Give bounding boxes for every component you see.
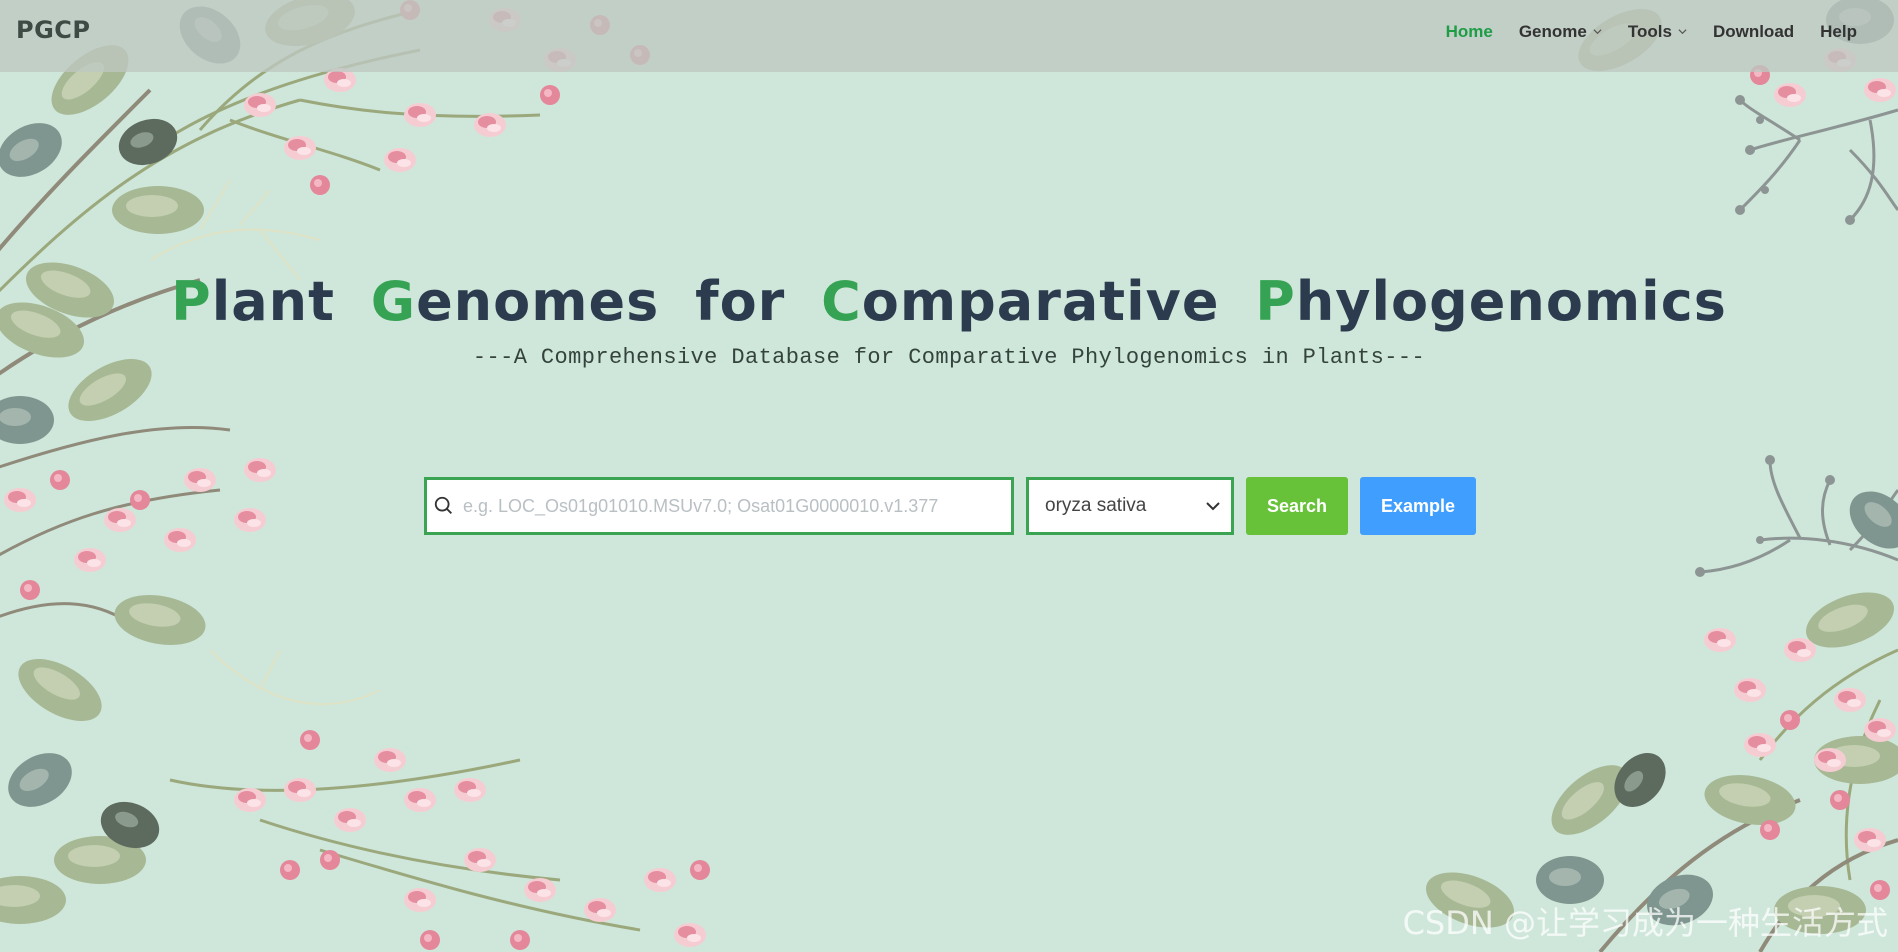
nav-menu: Home Genome Tools Download Help: [1433, 22, 1870, 42]
nav-help-label: Help: [1820, 22, 1857, 41]
search-bar: oryza sativa Search Example: [424, 477, 1476, 535]
chevron-down-icon: [1206, 502, 1220, 511]
nav-genome-label: Genome: [1518, 22, 1587, 41]
chevron-down-icon: [1593, 29, 1602, 35]
example-button[interactable]: Example: [1360, 477, 1476, 535]
title-word: for: [695, 270, 786, 333]
search-input-wrapper[interactable]: [424, 477, 1014, 535]
nav-tools-label: Tools: [1627, 22, 1672, 41]
page-subtitle: ---A Comprehensive Database for Comparat…: [472, 345, 1426, 370]
nav-home-label: Home: [1445, 22, 1493, 41]
search-icon: [434, 496, 452, 514]
chevron-down-icon: [1678, 29, 1687, 35]
nav-download[interactable]: Download: [1700, 22, 1807, 42]
nav-help[interactable]: Help: [1807, 22, 1870, 42]
title-word: Comparative: [821, 270, 1220, 333]
search-button[interactable]: Search: [1246, 477, 1348, 535]
nav-download-label: Download: [1712, 22, 1795, 41]
title-word: Plant: [171, 270, 335, 333]
title-word: Genomes: [370, 270, 660, 333]
nav-home[interactable]: Home: [1433, 22, 1506, 42]
top-navbar: PGCP Home Genome Tools Download Help: [0, 0, 1898, 72]
species-select[interactable]: oryza sativa: [1026, 477, 1234, 535]
title-word: Phylogenomics: [1255, 270, 1727, 333]
hero-section: Plant Genomes for Comparative Phylogenom…: [0, 270, 1898, 370]
nav-tools[interactable]: Tools: [1615, 22, 1700, 42]
search-input[interactable]: [461, 494, 1011, 518]
floral-background: [0, 0, 1898, 952]
species-select-value: oryza sativa: [1045, 495, 1147, 516]
watermark: CSDN @让学习成为一种生活方式: [1402, 904, 1888, 942]
brand-logo[interactable]: PGCP: [16, 16, 91, 44]
nav-genome[interactable]: Genome: [1506, 22, 1615, 42]
page-title: Plant Genomes for Comparative Phylogenom…: [0, 270, 1898, 333]
